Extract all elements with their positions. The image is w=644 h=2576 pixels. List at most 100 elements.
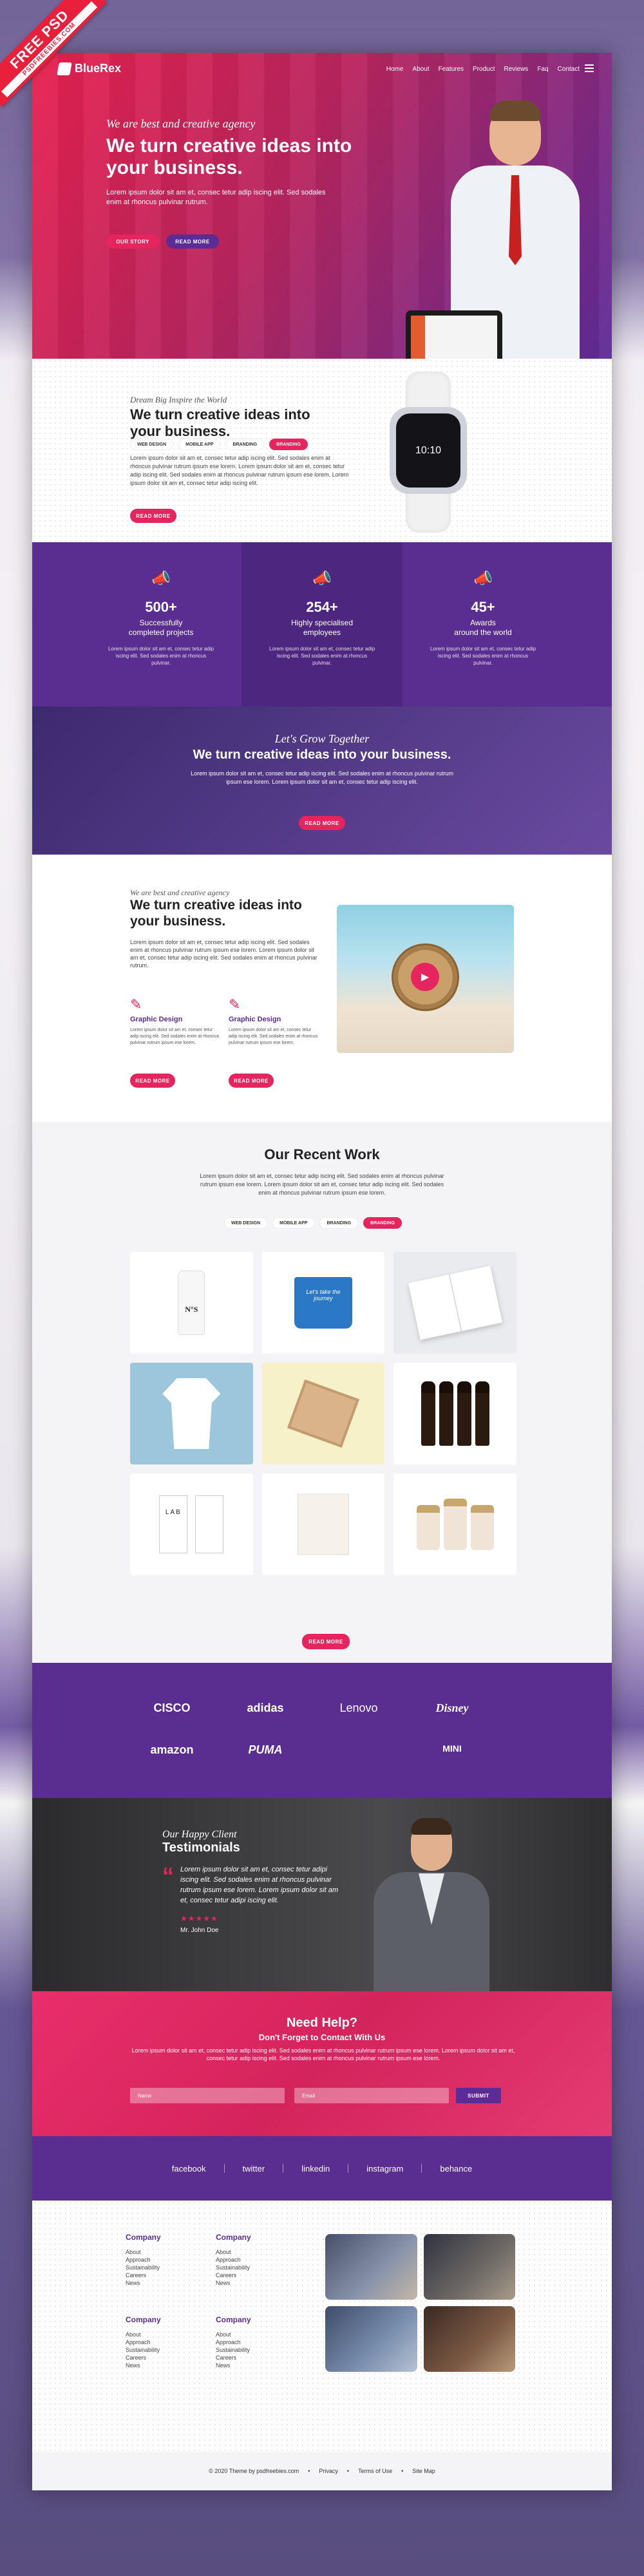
footer-link[interactable]: Approach — [126, 2256, 203, 2264]
portfolio-item-cosmetics[interactable] — [393, 1473, 516, 1575]
filter-web-design[interactable]: WEB DESIGN — [224, 1217, 268, 1229]
footer-link[interactable]: Sustainability — [126, 2264, 203, 2271]
footer: Company About Approach Sustainability Ca… — [32, 2201, 612, 2452]
footer-column-3: Company About Approach Sustainability Ca… — [126, 2315, 203, 2369]
tags-icon: LAB — [159, 1495, 224, 1553]
nav-item-product[interactable]: Product — [473, 66, 495, 73]
intro-title: We turn creative ideas into your busines… — [130, 406, 310, 439]
gallery-photo[interactable] — [325, 2234, 417, 2300]
filter-branding[interactable]: BRANDING — [319, 1217, 359, 1229]
feature-text: Lorem ipsum dolor sit am et, consec tetu… — [130, 1028, 220, 1045]
footer-link[interactable]: Careers — [126, 2271, 203, 2279]
footer-link[interactable]: Careers — [126, 2354, 203, 2362]
footer-heading: Company — [216, 2233, 251, 2242]
play-icon[interactable]: ▶ — [411, 963, 439, 991]
terms-link[interactable]: Terms of Use — [358, 2468, 392, 2474]
portfolio-item-mug[interactable]: Let's take the journey — [261, 1252, 385, 1354]
megaphone-icon: 📣 — [473, 570, 493, 587]
nav-item-about[interactable]: About — [412, 66, 429, 73]
footer-link[interactable]: Careers — [216, 2271, 293, 2279]
footer-link[interactable]: Approach — [216, 2338, 293, 2346]
nav-item-home[interactable]: Home — [386, 66, 404, 73]
cisco-logo: CISCO — [153, 1701, 191, 1714]
portfolio-grid: N°S Let's take the journey LAB — [130, 1252, 516, 1575]
footer-link[interactable]: About — [126, 2331, 203, 2338]
grow-tagline: Let's Grow Together — [274, 732, 370, 745]
tab-branding[interactable]: BRANDING — [225, 439, 265, 450]
submit-button[interactable]: SUBMIT — [456, 2088, 501, 2103]
stat-label: Awards around the world — [454, 618, 512, 637]
stat-label: Highly specialised employees — [290, 618, 354, 637]
grow-text: Lorem ipsum dolor sit am et, consec tetu… — [191, 770, 453, 785]
hero-title: We turn creative ideas into your busines… — [106, 135, 352, 178]
footer-link[interactable]: Sustainability — [216, 2346, 293, 2354]
footer-link[interactable]: About — [126, 2248, 203, 2256]
stat-awards: 📣 45+ Awards around the world Lorem ipsum… — [402, 542, 564, 706]
footer-link[interactable]: Sustainability — [126, 2346, 203, 2354]
help-title: Need Help? — [286, 2016, 358, 2030]
feature-read-more-button-2[interactable]: READ MORE — [229, 1074, 274, 1088]
work-read-more-button[interactable]: READ MORE — [302, 1634, 350, 1649]
tab-branding-active[interactable]: BRANDING — [269, 439, 308, 450]
privacy-link[interactable]: Privacy — [319, 2468, 338, 2474]
gallery-photo[interactable] — [325, 2306, 417, 2372]
gallery-photo[interactable] — [423, 2306, 515, 2372]
menu-icon[interactable] — [585, 64, 594, 72]
portfolio-item-tags[interactable]: LAB — [130, 1473, 253, 1575]
logo[interactable]: BlueRex — [57, 62, 121, 75]
footer-link[interactable]: News — [126, 2279, 203, 2287]
email-field[interactable]: Email — [294, 2088, 449, 2103]
footer-link[interactable]: News — [216, 2279, 293, 2287]
hero-read-more-button[interactable]: READ MORE — [166, 234, 219, 249]
footer-link[interactable]: About — [216, 2248, 293, 2256]
filter-mobile-app[interactable]: MOBILE APP — [272, 1217, 315, 1229]
pen-tool-icon: ✎ — [130, 996, 142, 1012]
footer-link[interactable]: Sustainability — [216, 2264, 293, 2271]
intro-section: Dream Big Inspire the World We turn crea… — [32, 359, 612, 542]
footer-link[interactable]: Approach — [216, 2256, 293, 2264]
intro-read-more-button[interactable]: READ MORE — [130, 509, 176, 523]
portfolio-item-bottle[interactable]: N°S — [130, 1252, 253, 1354]
stat-desc: Lorem ipsum dolor sit am et, consec tetu… — [269, 646, 375, 666]
behance-link[interactable]: behance — [440, 2164, 472, 2174]
portfolio-item-magazine[interactable] — [393, 1252, 516, 1354]
tab-web-design[interactable]: WEB DESIGN — [130, 439, 174, 450]
hero-section: BlueRex Home About Features Product Revi… — [32, 53, 612, 359]
sitemap-link[interactable]: Site Map — [412, 2468, 435, 2474]
nav-item-faq[interactable]: Faq — [537, 66, 548, 73]
footer-link[interactable]: About — [216, 2331, 293, 2338]
gallery-photo[interactable] — [423, 2234, 515, 2300]
name-field[interactable]: Name — [130, 2088, 285, 2103]
nav-item-features[interactable]: Features — [439, 66, 464, 73]
testimonial-tagline: Our Happy Client — [162, 1829, 237, 1840]
tab-mobile-app[interactable]: MOBILE APP — [178, 439, 221, 450]
portfolio-item-box[interactable] — [261, 1363, 385, 1464]
portfolio-item-tshirt[interactable] — [130, 1363, 253, 1464]
hero-tagline: We are best and creative agency — [106, 117, 256, 130]
mini-logo: MINI — [442, 1743, 462, 1754]
filter-branding-active[interactable]: BRANDING — [363, 1217, 402, 1229]
footer-heading: Company — [216, 2315, 251, 2324]
intro-tabs: WEB DESIGN MOBILE APP BRANDING BRANDING — [130, 439, 308, 450]
feature-graphic-design-2: ✎ Graphic Design Lorem ipsum dolor sit a… — [229, 996, 319, 1046]
help-text: Lorem ipsum dolor sit am et, consec tetu… — [131, 2047, 515, 2061]
footer-link[interactable]: Careers — [216, 2354, 293, 2362]
twitter-link[interactable]: twitter — [243, 2164, 265, 2174]
footer-link[interactable]: News — [126, 2362, 203, 2369]
nav-item-reviews[interactable]: Reviews — [504, 66, 529, 73]
our-story-button[interactable]: OUR STORY — [106, 234, 159, 249]
facebook-link[interactable]: facebook — [172, 2164, 206, 2174]
portfolio-item-tote[interactable] — [261, 1473, 385, 1575]
footer-column-1: Company About Approach Sustainability Ca… — [126, 2233, 203, 2287]
megaphone-icon: 📣 — [151, 570, 171, 587]
linkedin-link[interactable]: linkedin — [301, 2164, 330, 2174]
feature-read-more-button[interactable]: READ MORE — [130, 1074, 175, 1088]
instagram-link[interactable]: instagram — [366, 2164, 403, 2174]
portfolio-item-beer[interactable] — [393, 1363, 516, 1464]
footer-link[interactable]: News — [216, 2362, 293, 2369]
footer-link[interactable]: Approach — [126, 2338, 203, 2346]
video-thumbnail[interactable]: ▶ — [337, 905, 514, 1053]
grow-read-more-button[interactable]: READ MORE — [299, 816, 345, 830]
nav-item-contact[interactable]: Contact — [558, 66, 580, 73]
divider — [421, 2164, 422, 2173]
